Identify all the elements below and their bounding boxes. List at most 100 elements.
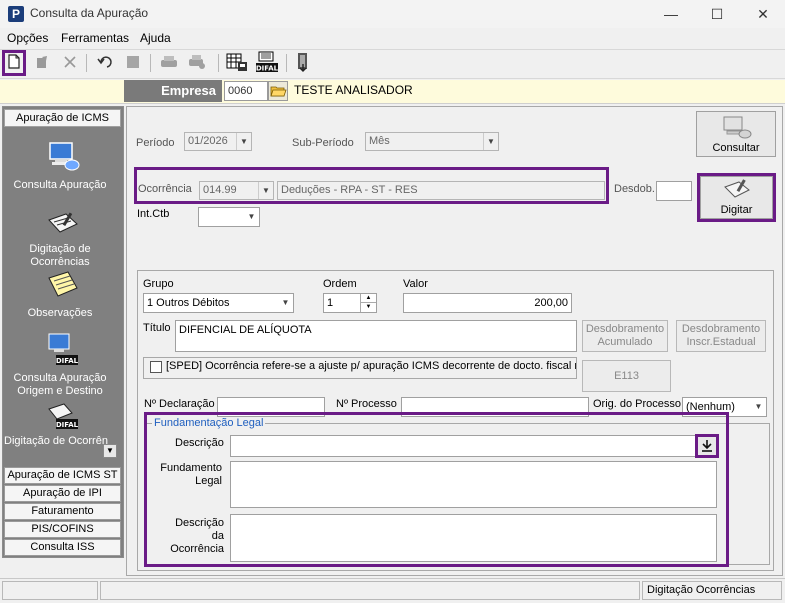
toolbar (0, 49, 785, 79)
svg-text:DIFAL: DIFAL (56, 421, 79, 429)
nav-item-digitacao-origem[interactable]: Digitação de Ocorrências Orig. De (4, 435, 108, 448)
ordem-label: Ordem (323, 278, 357, 290)
nav-item-observacoes[interactable]: Observações (4, 307, 116, 320)
chevron-down-icon: ▼ (244, 208, 259, 225)
nav-pis-cofins[interactable]: PIS/COFINS (4, 521, 121, 538)
maximize-button[interactable]: ☐ (702, 4, 732, 24)
descricao-ocorrencia-field[interactable] (230, 514, 717, 562)
download-arrow-icon (702, 440, 712, 455)
ocorrencia-label: Ocorrência (138, 183, 192, 195)
minimize-button[interactable]: — (656, 4, 686, 24)
exit-door-icon (295, 52, 311, 75)
status-cell-1 (2, 581, 98, 600)
printer-icon (160, 55, 178, 72)
nav-apuracao-ipi[interactable]: Apuração de IPI (4, 485, 121, 502)
sped-checkbox-label: [SPED] Ocorrência refere-se a ajuste p/ … (166, 360, 576, 372)
ocorrencia-code-select[interactable]: 014.99 ▼ (199, 181, 274, 200)
ordem-spin[interactable]: 1 ▲ ▼ (323, 293, 377, 313)
stop-button[interactable] (122, 52, 144, 74)
edit-icon (35, 55, 49, 72)
chevron-down-icon: ▼ (483, 133, 498, 150)
num-processo-label: Nº Processo (336, 398, 397, 410)
window-title: Consulta da Apuração (30, 6, 149, 20)
toolbar-separator (150, 54, 151, 72)
titulo-field[interactable]: DIFENCIAL DE ALÍQUOTA (175, 320, 577, 352)
nav-consulta-iss[interactable]: Consulta ISS (4, 539, 121, 556)
descricao-select[interactable] (230, 435, 717, 457)
difal-button[interactable]: DIFAL (254, 51, 280, 76)
spin-up-icon[interactable]: ▲ (360, 294, 376, 303)
report-grid-icon (226, 51, 248, 76)
empresa-code-field[interactable]: 0060 (224, 81, 268, 101)
empresa-label: Empresa (124, 80, 222, 102)
desdob-field[interactable] (656, 181, 692, 201)
nav-scroll-down-button[interactable]: ▼ (103, 444, 117, 458)
delete-button[interactable] (59, 52, 81, 74)
chevron-down-icon: ▼ (751, 398, 766, 415)
exit-button[interactable] (292, 52, 314, 74)
descricao-dropdown-button[interactable] (695, 434, 719, 458)
periodo-select[interactable]: 01/2026 ▼ (184, 132, 252, 151)
ocorrencia-code-value: 014.99 (203, 184, 237, 196)
nav-apuracao-icms-st[interactable]: Apuração de ICMS ST (4, 467, 121, 484)
periodo-label: Período (136, 137, 175, 149)
spin-down-icon[interactable]: ▼ (360, 303, 376, 312)
digitar-pen-icon (723, 178, 753, 205)
num-declaracao-label: Nº Declaração (144, 398, 215, 410)
nav-header-apuracao-icms[interactable]: Apuração de ICMS (4, 109, 121, 127)
toolbar-separator (86, 54, 87, 72)
ordem-value: 1 (327, 297, 334, 309)
consultar-computer-icon (721, 115, 753, 144)
empresa-lookup-button[interactable] (268, 81, 288, 101)
desdob-label: Desdob. (614, 183, 655, 195)
consultar-button[interactable]: Consultar (696, 111, 776, 157)
grupo-value: 1 Outros Débitos (147, 297, 230, 309)
descricao-label: Descrição (175, 437, 224, 449)
undo-button[interactable] (94, 52, 116, 74)
edit-button[interactable] (31, 52, 53, 74)
sped-checkbox[interactable] (150, 361, 162, 373)
intctb-select[interactable]: ▼ (198, 207, 260, 227)
intctb-label: Int.Ctb (137, 208, 170, 220)
new-document-button[interactable] (2, 50, 26, 76)
undo-icon (97, 55, 113, 71)
digitacao-origem-icon[interactable]: DIFAL (46, 401, 80, 429)
menu-ajuda[interactable]: Ajuda (140, 31, 171, 45)
orig-processo-label: Orig. do Processo (593, 398, 682, 410)
ocorrencia-desc-field[interactable]: Deduções - RPA - ST - RES (277, 181, 605, 200)
grupo-select[interactable]: 1 Outros Débitos ▼ (143, 293, 294, 313)
svg-text:DIFAL: DIFAL (256, 64, 279, 72)
stop-icon (127, 55, 139, 71)
consulta-origem-destino-icon[interactable]: DIFAL (46, 333, 80, 365)
nav-item-digitacao-ocorrencias[interactable]: Digitação de Ocorrências (4, 243, 116, 269)
toolbar-separator (286, 54, 287, 72)
printer-preview-icon (188, 54, 206, 73)
close-button[interactable]: ✕ (748, 4, 778, 24)
report-button[interactable] (226, 52, 248, 74)
menu-ferramentas[interactable]: Ferramentas (61, 31, 129, 45)
print-button[interactable] (158, 52, 180, 74)
consulta-apuracao-icon[interactable] (46, 141, 80, 171)
print-preview-button[interactable] (186, 52, 208, 74)
observacoes-icon[interactable] (46, 270, 80, 298)
e113-button[interactable]: E113 (582, 360, 671, 392)
status-cell-2 (100, 581, 640, 600)
subperiodo-label: Sub-Período (292, 137, 354, 149)
valor-field[interactable]: 200,00 (403, 293, 572, 313)
digitar-button[interactable]: Digitar (700, 176, 773, 219)
titulo-label: Título (143, 322, 171, 334)
nav-item-consulta-origem-destino[interactable]: Consulta Apuração Origem e Destino (4, 372, 116, 398)
fundamento-legal-field[interactable] (230, 461, 717, 508)
nav-item-consulta-apuracao[interactable]: Consulta Apuração (4, 179, 116, 192)
desdobramento-acumulado-button[interactable]: Desdobramento Acumulado (582, 320, 668, 352)
digitacao-icon[interactable] (46, 210, 80, 238)
close-x-icon (64, 55, 76, 71)
empresa-name: TESTE ANALISADOR (294, 83, 413, 97)
menu-opcoes[interactable]: Opções (7, 31, 48, 45)
descricao-ocorrencia-label: Descrição da Ocorrência (170, 517, 224, 555)
desdobramento-inscr-button[interactable]: Desdobramento Inscr.Estadual (676, 320, 766, 352)
nav-faturamento[interactable]: Faturamento (4, 503, 121, 520)
periodo-value: 01/2026 (188, 135, 228, 147)
difal-icon: DIFAL (255, 51, 279, 76)
subperiodo-select[interactable]: Mês ▼ (365, 132, 499, 151)
